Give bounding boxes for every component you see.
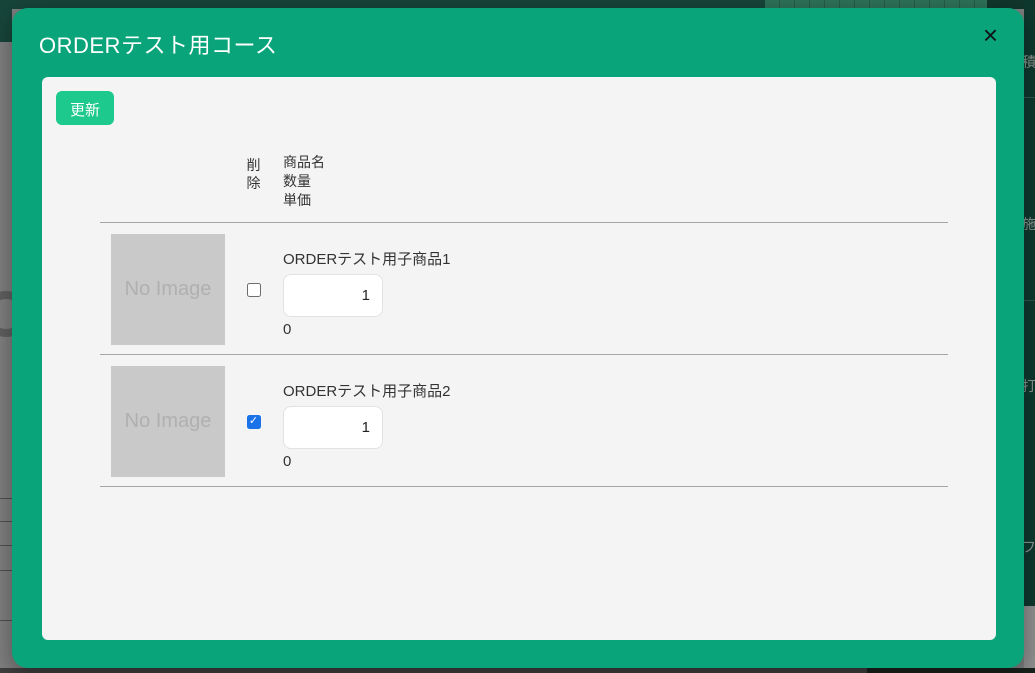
product-detail-cell: ORDERテスト用子商品1 0 [283, 234, 948, 345]
backdrop-table-line [0, 498, 12, 499]
quantity-input[interactable] [283, 406, 383, 449]
delete-cell [224, 366, 283, 477]
close-icon[interactable]: × [983, 22, 998, 48]
product-row: No Image ORDERテスト用子商品2 0 [100, 355, 948, 487]
backdrop-line [1024, 97, 1035, 98]
backdrop-bottom-dark [867, 668, 1035, 673]
column-header-delete: 削除 [246, 125, 262, 222]
products-table: 削除 商品名 数量 単価 No Image ORDERテスト用子商品1 [100, 125, 948, 487]
unit-price: 0 [283, 321, 948, 338]
backdrop-right-sliver: 積 施 打 フ [1024, 0, 1035, 673]
backdrop-text-fragment: 積 [1024, 52, 1035, 72]
delete-checkbox[interactable] [247, 283, 261, 297]
course-dialog: ORDERテスト用コース × 更新 削除 商品名 数量 単価 No Image [12, 8, 1024, 668]
delete-checkbox[interactable] [247, 415, 261, 429]
quantity-input[interactable] [283, 274, 383, 317]
backdrop-table-line [0, 545, 12, 546]
unit-price: 0 [283, 453, 948, 470]
backdrop-text-fragment: フ [1024, 537, 1035, 557]
table-header-row: 削除 商品名 数量 単価 [100, 125, 948, 223]
product-name: ORDERテスト用子商品2 [283, 380, 948, 401]
column-header-product-name: 商品名 [283, 153, 948, 172]
backdrop-table-line [0, 521, 12, 522]
backdrop-table-area [1024, 606, 1035, 668]
no-image-placeholder: No Image [111, 366, 225, 477]
product-image-cell: No Image [100, 366, 224, 477]
backdrop-line [1024, 300, 1035, 301]
dialog-content: 更新 削除 商品名 数量 単価 No Image O [42, 77, 996, 640]
backdrop-text-fragment: 打 [1024, 376, 1035, 396]
product-name: ORDERテスト用子商品1 [283, 248, 948, 269]
no-image-placeholder: No Image [111, 234, 225, 345]
backdrop-table-line [0, 570, 12, 571]
backdrop-header-left [0, 0, 12, 42]
dialog-title: ORDERテスト用コース [39, 28, 277, 60]
column-header-product: 商品名 数量 単価 [283, 125, 948, 222]
backdrop-table-line [0, 620, 12, 621]
product-row: No Image ORDERテスト用子商品1 0 [100, 223, 948, 355]
column-header-quantity: 数量 [283, 172, 948, 191]
product-image-cell: No Image [100, 234, 224, 345]
product-detail-cell: ORDERテスト用子商品2 0 [283, 366, 948, 477]
update-button[interactable]: 更新 [56, 91, 114, 125]
delete-cell [224, 234, 283, 345]
backdrop-text-fragment: 施 [1024, 214, 1035, 234]
column-header-unit-price: 単価 [283, 191, 948, 210]
